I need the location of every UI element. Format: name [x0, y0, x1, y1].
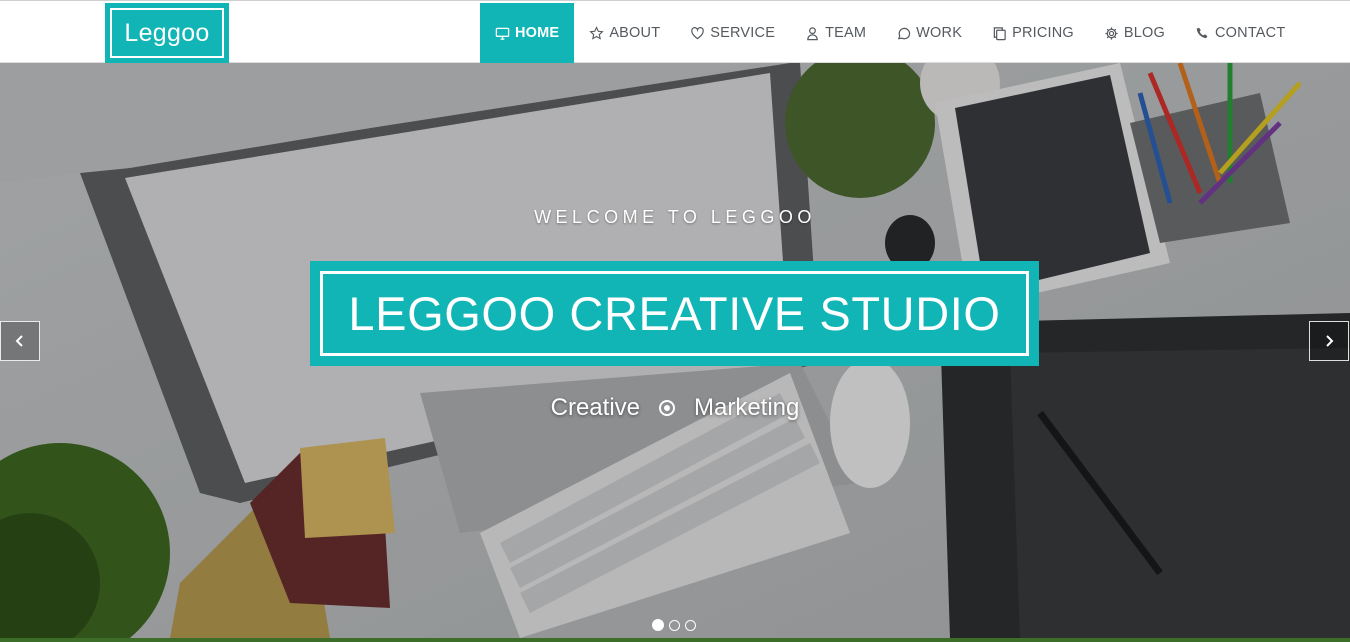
nav-item-pricing[interactable]: PRICING	[992, 3, 1074, 63]
nav-label-home: HOME	[515, 25, 560, 41]
chevron-right-icon	[1322, 334, 1336, 348]
speech-bubble-icon	[896, 26, 911, 41]
nav-label-blog: BLOG	[1123, 25, 1165, 41]
nav-item-about[interactable]: ABOUT	[589, 3, 660, 63]
subtitle-left: Creative	[550, 394, 640, 421]
logo[interactable]: Leggoo	[105, 3, 229, 63]
page: Leggoo HOME ABOUT SERVICE TEAM WORK PRIC…	[0, 0, 1350, 642]
user-icon	[805, 26, 820, 41]
nav-label-about: ABOUT	[609, 25, 661, 41]
next-section-edge	[0, 638, 1350, 642]
slider-prev-button[interactable]	[0, 321, 40, 361]
heart-icon	[690, 26, 705, 41]
nav-label-pricing: PRICING	[1012, 25, 1074, 41]
nav-label-contact: CONTACT	[1215, 25, 1286, 41]
dot-circle-icon	[658, 399, 676, 417]
hero-subtitle: Creative Marketing	[0, 394, 1350, 422]
logo-text[interactable]: Leggoo	[110, 8, 224, 58]
hero-title: LEGGOO CREATIVE STUDIO	[348, 287, 1001, 340]
nav-item-contact[interactable]: CONTACT	[1195, 3, 1285, 63]
nav-label-team: TEAM	[825, 25, 867, 41]
hero-title-frame: LEGGOO CREATIVE STUDIO	[320, 271, 1029, 356]
star-icon	[589, 25, 605, 41]
copy-icon	[992, 26, 1007, 41]
nav-label-work: WORK	[916, 25, 963, 41]
nav-item-blog[interactable]: BLOG	[1104, 3, 1165, 63]
main-nav: HOME ABOUT SERVICE TEAM WORK PRICING BLO…	[480, 3, 1285, 63]
slider-dot-2[interactable]	[669, 619, 680, 631]
phone-icon	[1195, 26, 1210, 41]
nav-item-team[interactable]: TEAM	[805, 3, 866, 63]
nav-label-service: SERVICE	[710, 25, 776, 41]
navbar: Leggoo HOME ABOUT SERVICE TEAM WORK PRIC…	[0, 0, 1350, 63]
nav-item-work[interactable]: WORK	[896, 3, 962, 63]
chevron-left-icon	[13, 334, 27, 348]
nav-item-home[interactable]: HOME	[480, 3, 575, 63]
nav-item-service[interactable]: SERVICE	[690, 3, 775, 63]
slider-dot-1[interactable]	[652, 619, 664, 631]
slider-dot-3[interactable]	[685, 619, 696, 631]
subtitle-right: Marketing	[694, 394, 800, 421]
gear-icon	[1104, 26, 1119, 41]
hero-tagline: WELCOME TO LEGGOO	[534, 207, 816, 227]
monitor-icon	[495, 26, 510, 41]
slider-next-button[interactable]	[1309, 321, 1349, 361]
hero-slider: WELCOME TO LEGGOO LEGGOO CREATIVE STUDIO…	[0, 63, 1350, 638]
hero-title-box: LEGGOO CREATIVE STUDIO	[310, 261, 1039, 366]
slider-pagination	[652, 619, 696, 631]
